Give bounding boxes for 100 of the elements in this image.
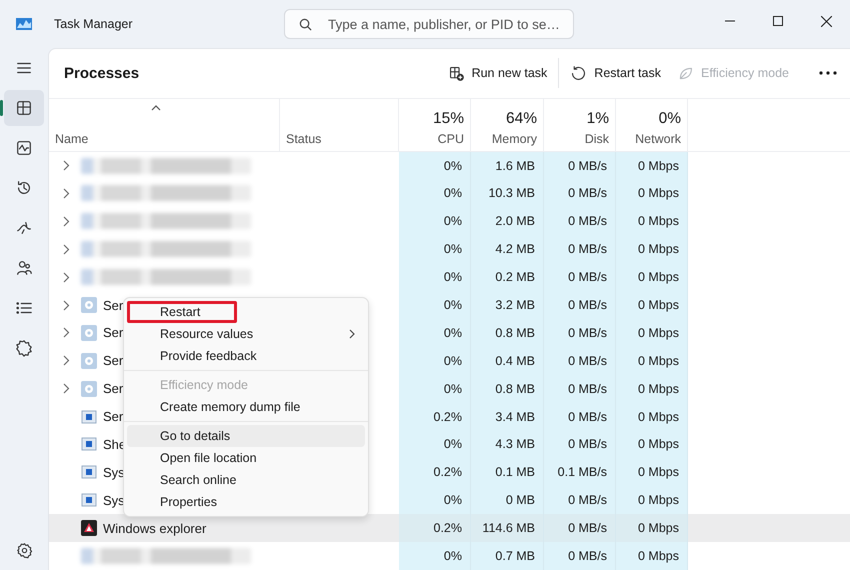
list-icon xyxy=(15,299,33,317)
table-cell: 0 Mbps xyxy=(638,186,679,200)
table-cell: 0.4 MB xyxy=(495,354,535,368)
table-cell: 0.2% xyxy=(434,465,462,480)
chevron-icon[interactable] xyxy=(63,216,70,227)
chevron-icon[interactable] xyxy=(63,244,70,255)
table-cell: 0 Mbps xyxy=(638,354,679,368)
table-row[interactable]: 0% 0.2 MB 0 MB/s 0 Mbps xyxy=(49,263,850,292)
table-cell: 0 MB/s xyxy=(568,437,607,452)
column-header[interactable]: Name xyxy=(55,132,273,146)
table-row[interactable]: 0% 0.7 MB 0 MB/s 0 Mbps xyxy=(49,542,850,570)
table-cell: 0 Mbps xyxy=(638,298,679,312)
process-name: Ser xyxy=(103,409,124,424)
table-cell: 0 Mbps xyxy=(638,326,679,340)
process-name: Windows explorer xyxy=(103,520,206,536)
window-icon xyxy=(81,492,97,508)
table-cell: 0.2% xyxy=(434,521,462,536)
menu-item[interactable]: Open file location xyxy=(127,447,365,469)
gear-icon xyxy=(81,324,97,341)
app-icon xyxy=(16,18,32,30)
gear-icon xyxy=(81,380,97,397)
toolbar-button[interactable]: Restart task xyxy=(565,58,666,88)
chart-icon xyxy=(15,139,33,157)
table-cell: 0 MB/s xyxy=(568,354,607,368)
table-cell: 0 MB/s xyxy=(568,521,607,536)
table-cell: 0.2% xyxy=(434,410,462,424)
table-row[interactable]: Windows explorer 0.2% 114.6 MB 0 MB/s 0 Mbps xyxy=(49,514,850,542)
table-row[interactable]: 0% 2.0 MB 0 MB/s 0 Mbps xyxy=(49,207,850,236)
column-header[interactable]: Disk xyxy=(584,132,609,146)
chevron-icon[interactable] xyxy=(63,383,70,394)
table-cell: 3.2 MB xyxy=(495,298,535,312)
table-cell: 0 MB/s xyxy=(568,493,607,508)
column-total: 1% xyxy=(586,110,609,128)
table-row[interactable]: 0% 10.3 MB 0 MB/s 0 Mbps xyxy=(49,180,850,208)
chevron-icon[interactable] xyxy=(63,188,70,199)
table-cell: 0.1 MB xyxy=(495,465,535,480)
table-cell: 0 MB/s xyxy=(568,549,607,564)
gear-icon xyxy=(81,297,97,313)
grid-icon xyxy=(15,99,33,117)
menu-item[interactable]: Create memory dump file xyxy=(127,396,365,418)
column-total: 64% xyxy=(506,110,537,128)
column-total: 15% xyxy=(432,110,464,128)
table-cell: 1.6 MB xyxy=(495,158,535,173)
chevron-icon[interactable] xyxy=(63,355,70,366)
table-cell: 0% xyxy=(444,354,462,368)
menu-item[interactable]: Search online xyxy=(127,469,365,491)
table-cell: 0% xyxy=(444,493,462,508)
process-name: Ser xyxy=(103,298,124,312)
table-cell: 0 MB/s xyxy=(568,410,607,424)
app-icon xyxy=(81,520,97,536)
column-header[interactable]: Memory xyxy=(492,132,537,146)
table-cell: 0% xyxy=(444,437,462,452)
table-cell: 0% xyxy=(444,242,462,256)
menu-item[interactable]: Restart xyxy=(127,301,237,323)
menu-item[interactable]: Provide feedback xyxy=(127,345,365,367)
chevron-icon[interactable] xyxy=(63,160,70,172)
table-cell: 10.3 MB xyxy=(488,186,535,200)
menu-item[interactable]: Properties xyxy=(127,491,365,513)
users-icon xyxy=(15,259,33,277)
column-header[interactable]: Network xyxy=(635,132,681,146)
page-title: Processes xyxy=(64,64,140,82)
window-icon xyxy=(81,408,97,425)
search-icon xyxy=(299,18,312,30)
table-cell: 0 Mbps xyxy=(638,521,679,536)
chevron-icon[interactable] xyxy=(63,300,70,310)
chevron-icon[interactable] xyxy=(63,272,70,283)
chevron-icon[interactable] xyxy=(63,327,70,338)
table-cell: 0 Mbps xyxy=(638,214,679,228)
menu-item[interactable]: Go to details xyxy=(127,425,365,447)
process-name: Ser xyxy=(103,353,124,368)
table-cell: 0.2 MB xyxy=(495,270,535,284)
table-cell: 0.8 MB xyxy=(495,382,535,396)
table-cell: 0 Mbps xyxy=(638,242,679,256)
table-cell: 0 Mbps xyxy=(638,493,679,508)
table-row[interactable]: 0% 4.2 MB 0 MB/s 0 Mbps xyxy=(49,235,850,264)
table-cell: 4.2 MB xyxy=(495,242,535,256)
table-cell: 0% xyxy=(444,549,462,564)
process-name: Ser xyxy=(103,325,124,340)
column-header[interactable]: Status xyxy=(286,132,392,146)
table-cell: 0 Mbps xyxy=(638,382,679,396)
table-row[interactable]: 0% 1.6 MB 0 MB/s 0 Mbps xyxy=(49,152,850,180)
gear-icon xyxy=(81,352,97,369)
table-cell: 0 MB xyxy=(506,493,535,508)
search-field[interactable]: Type a name, publisher, or PID to se… xyxy=(284,9,574,39)
table-cell: 0.8 MB xyxy=(495,326,535,340)
window-icon xyxy=(81,436,97,452)
table-cell: 0% xyxy=(444,186,462,200)
table-cell: 114.6 MB xyxy=(482,521,535,536)
process-name: Ser xyxy=(103,381,124,396)
table-cell: 0 MB/s xyxy=(568,326,607,340)
column-header[interactable]: CPU xyxy=(438,132,464,146)
table-cell: 0.7 MB xyxy=(495,549,535,564)
chevron-icon xyxy=(349,329,355,339)
toolbar-button[interactable]: Run new task xyxy=(442,58,552,88)
menu-item[interactable]: Resource values xyxy=(127,323,365,345)
table-cell: 0 Mbps xyxy=(638,549,679,564)
table-cell: 0 MB/s xyxy=(568,270,607,284)
table-cell: 0 MB/s xyxy=(568,214,607,228)
table-cell: 0 MB/s xyxy=(568,298,607,312)
table-cell: 0 Mbps xyxy=(638,465,679,480)
